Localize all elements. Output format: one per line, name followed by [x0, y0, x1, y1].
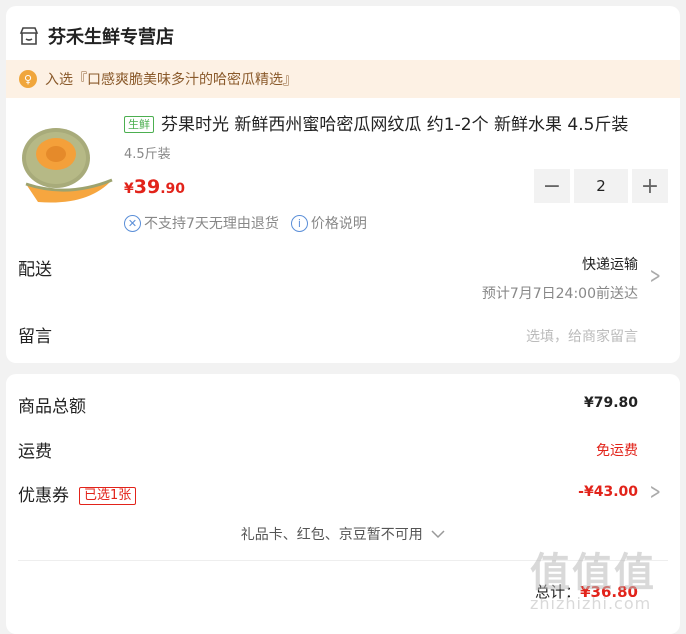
policy-row: ✕ 不支持7天无理由退货 i 价格说明 — [124, 213, 367, 233]
price-integer: 39 — [133, 176, 161, 198]
decrease-button[interactable]: − — [534, 169, 570, 203]
watermark: 值值值 zhizhizhi.com — [530, 540, 680, 620]
message-label: 留言 — [18, 327, 52, 347]
coupon-value[interactable]: -¥43.00 — [578, 484, 638, 500]
quantity-stepper: − 2 + — [534, 169, 668, 203]
product-title-text: 芬果时光 新鲜西州蜜哈密瓜网纹瓜 约1-2个 新鲜水果 4.5斤装 — [161, 115, 629, 135]
no-return-icon: ✕ — [124, 214, 141, 232]
product-spec: 4.5斤装 — [124, 147, 171, 162]
watermark-chars: 值值值 — [530, 550, 656, 596]
product-image[interactable] — [18, 114, 114, 210]
price-explanation-link[interactable]: 价格说明 — [311, 213, 367, 233]
coupon-tag: 已选1张 — [79, 487, 137, 505]
quantity-value[interactable]: 2 — [574, 169, 628, 203]
price-decimal: .90 — [160, 181, 186, 197]
delivery-eta: 预计7月7日24:00前送达 — [481, 286, 638, 302]
product-price: ¥39.90 — [124, 176, 185, 198]
price-symbol: ¥ — [124, 181, 134, 197]
fresh-tag: 生鲜 — [124, 116, 154, 133]
delivery-label: 配送 — [18, 260, 52, 280]
no-return-text[interactable]: 不支持7天无理由退货 — [144, 213, 279, 233]
info-icon: i — [290, 214, 308, 232]
award-icon: ♀ — [19, 70, 37, 88]
selection-banner[interactable]: ♀ 入选『口感爽脆美味多汁的哈密瓜精选』 — [6, 60, 680, 98]
product-title[interactable]: 生鲜 芬果时光 新鲜西州蜜哈密瓜网纹瓜 约1-2个 新鲜水果 4.5斤装 — [124, 113, 664, 137]
store-name: 芬禾生鲜专营店 — [48, 27, 174, 48]
store-icon — [19, 27, 39, 45]
subtotal-label: 商品总额 — [18, 397, 86, 417]
watermark-sub: zhizhizhi.com — [530, 594, 652, 613]
shipping-value: 免运费 — [596, 443, 638, 459]
subtotal-value: ¥79.80 — [583, 395, 638, 411]
shipping-label: 运费 — [18, 442, 52, 462]
coupon-row[interactable]: 优惠券 已选1张 — [18, 481, 137, 506]
delivery-method[interactable]: 快递运输 — [582, 254, 638, 274]
coupon-chevron-icon[interactable]: > — [649, 480, 660, 505]
chevron-down-icon — [431, 530, 445, 539]
gift-card-note-text: 礼品卡、红包、京豆暂不可用 — [240, 527, 423, 543]
increase-button[interactable]: + — [632, 169, 668, 203]
message-input[interactable]: 选填，给商家留言 — [526, 326, 638, 346]
store-header[interactable]: 芬禾生鲜专营店 — [18, 23, 174, 49]
coupon-label: 优惠券 — [18, 486, 69, 506]
order-card: 芬禾生鲜专营店 ♀ 入选『口感爽脆美味多汁的哈密瓜精选』 生鲜 芬果时光 新鲜西州… — [6, 6, 680, 363]
selection-banner-text: 入选『口感爽脆美味多汁的哈密瓜精选』 — [45, 72, 297, 88]
delivery-chevron-icon[interactable]: > — [649, 264, 660, 289]
